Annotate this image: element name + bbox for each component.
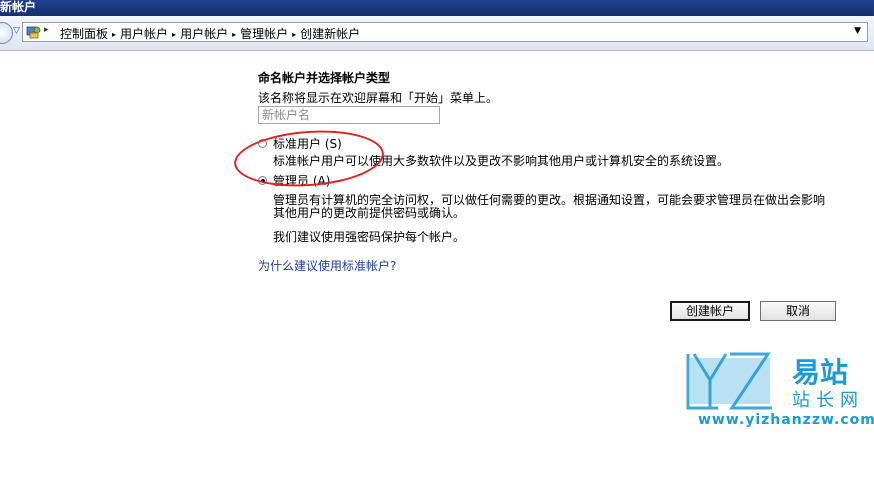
why-standard-account-link[interactable]: 为什么建议使用标准帐户? <box>258 257 396 274</box>
administrator-description: 管理员有计算机的完全访问权，可以做任何需要的更改。根据通知设置，可能会要求管理员… <box>273 193 826 220</box>
chevron-right-icon[interactable]: ▸ <box>172 30 176 39</box>
strong-password-note: 我们建议使用强密码保护每个帐户。 <box>273 230 466 244</box>
name-hint: 该名称将显示在欢迎屏幕和「开始」菜单上。 <box>258 91 499 105</box>
window-title: 新帐户 <box>0 0 37 14</box>
window-title-bar: 新帐户 <box>0 0 874 16</box>
breadcrumb: 控制面板 ▸ 用户帐户 ▸ 用户帐户 ▸ 管理帐户 ▸ 创建新帐户 <box>60 25 360 42</box>
create-account-button[interactable]: 创建帐户 <box>670 301 750 321</box>
breadcrumb-user-accounts-category[interactable]: 用户帐户 <box>120 27 168 41</box>
breadcrumb-create-account[interactable]: 创建新帐户 <box>300 27 360 41</box>
back-button[interactable] <box>0 22 13 44</box>
red-highlight-circle <box>232 125 386 192</box>
breadcrumb-user-accounts[interactable]: 用户帐户 <box>180 27 228 41</box>
account-name-input[interactable] <box>258 106 440 124</box>
chevron-right-icon[interactable]: ▸ <box>232 30 236 39</box>
watermark-brand-bottom: 站长网 <box>792 390 864 411</box>
cancel-button[interactable]: 取消 <box>760 301 836 321</box>
page-heading: 命名帐户并选择帐户类型 <box>258 71 391 85</box>
recent-pages-dropdown-icon[interactable]: ▽ <box>13 26 21 36</box>
address-bar: ▽ ▸ 控制面板 ▸ 用户帐户 ▸ 用户帐户 ▸ 管理帐户 ▸ 创建新帐户 ▼ <box>0 16 874 51</box>
breadcrumb-manage-accounts[interactable]: 管理帐户 <box>240 27 288 41</box>
address-box[interactable]: ▸ 控制面板 ▸ 用户帐户 ▸ 用户帐户 ▸ 管理帐户 ▸ 创建新帐户 ▼ <box>22 22 868 42</box>
breadcrumb-control-panel[interactable]: 控制面板 <box>60 27 108 41</box>
chevron-right-icon[interactable]: ▸ <box>112 30 116 39</box>
chevron-right-icon[interactable]: ▸ <box>292 30 296 39</box>
watermark-brand-top: 易站 <box>792 356 848 389</box>
chevron-right-icon[interactable]: ▸ <box>44 25 49 35</box>
watermark-url: www.yizhanzzw.com <box>698 412 874 428</box>
address-dropdown-icon[interactable]: ▼ <box>854 26 861 36</box>
control-panel-icon <box>26 26 41 39</box>
